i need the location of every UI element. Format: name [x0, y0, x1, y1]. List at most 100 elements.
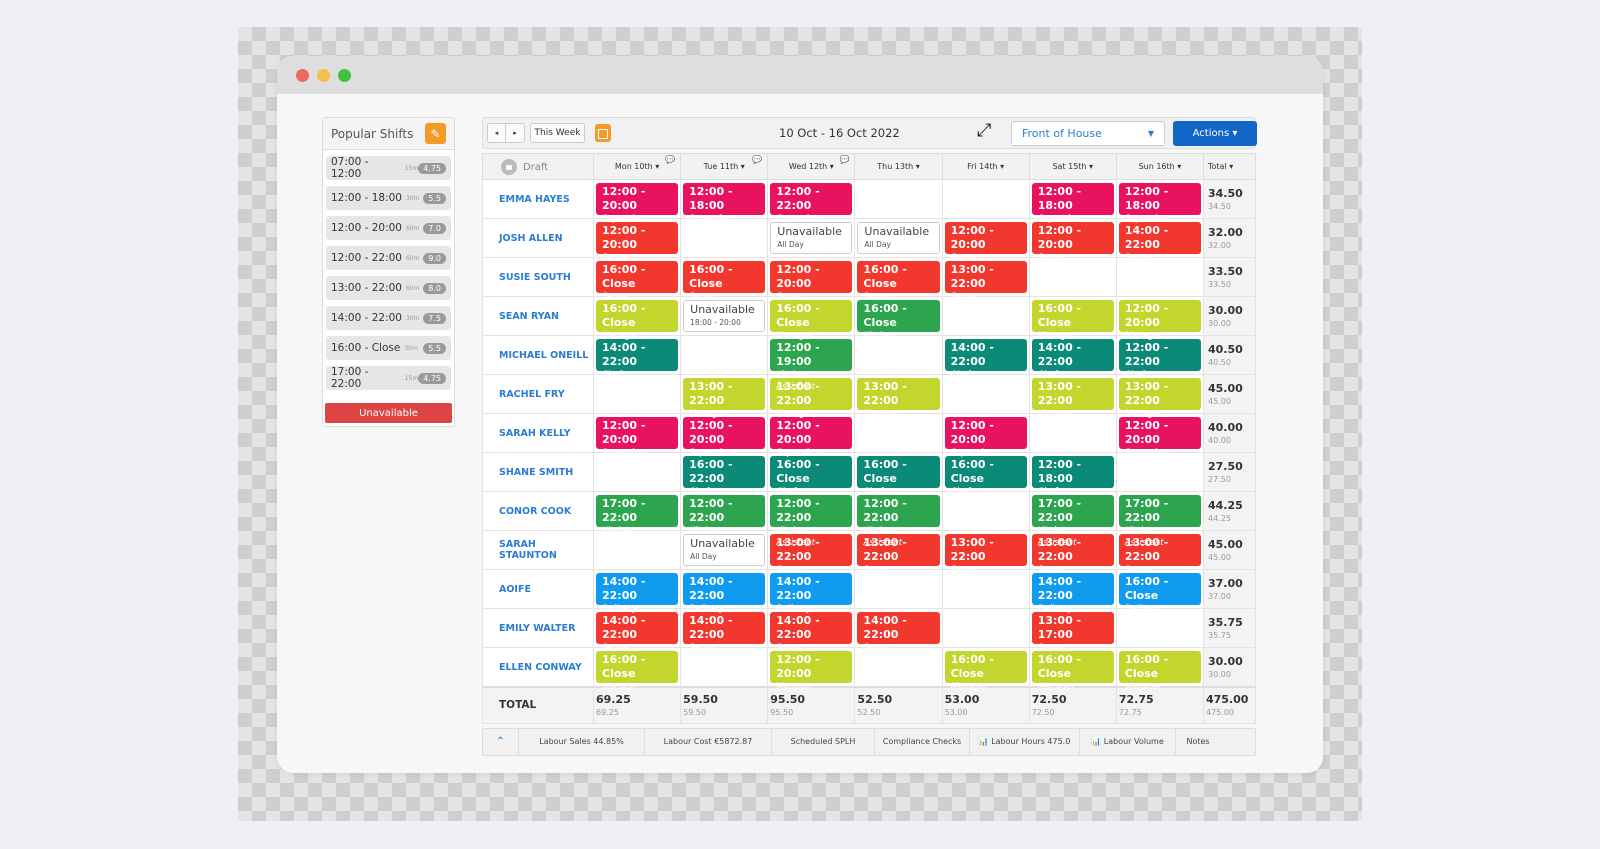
shift-block[interactable]: 14:00 - 22:00 Chef: [1031, 339, 1114, 380]
shift-block[interactable]: 13:00 - 22:00 Server: [1118, 534, 1201, 575]
shift-cell[interactable]: 12:00 - 18:00 Chef: [1028, 452, 1117, 497]
shift-cell[interactable]: 14:00 - 22:00 Delivery: [680, 569, 769, 614]
shift-cell[interactable]: 12:00 - 20:00 Supervisor: [1115, 413, 1205, 458]
shift-cell[interactable]: 12:00 - 22:00 Kitchen Assistant: [854, 491, 943, 548]
shift-cell[interactable]: 16:00 - Close Delivery: [1115, 569, 1205, 614]
shift-block[interactable]: 16:00 - Close Server: [596, 261, 679, 302]
footer-stat-scheduled-splh[interactable]: Scheduled SPLH: [772, 728, 875, 755]
total-header[interactable]: Total ▾: [1203, 153, 1256, 180]
shift-block[interactable]: 16:00 - Close Chef: [857, 456, 940, 497]
shift-block[interactable]: 12:00 - 20:00 Server: [1031, 222, 1114, 263]
shift-cell[interactable]: 12:00 - 20:00 Manager: [1115, 296, 1205, 341]
shift-cell[interactable]: 16:00 - Close Manager: [1028, 647, 1117, 692]
popular-shift-item[interactable]: 13:00 - 22:00 60m 8.0: [326, 276, 451, 300]
shift-block[interactable]: 16:00 - Close Manager: [1118, 651, 1201, 692]
shift-block[interactable]: 13:00 - 22:00 Server: [944, 261, 1027, 302]
shift-block[interactable]: 12:00 - 20:00 Server: [596, 222, 679, 263]
shift-cell[interactable]: 12:00 - 22:00 Chef: [1115, 335, 1205, 380]
shift-cell[interactable]: 13:00 - 17:00 Server: [1028, 608, 1117, 653]
shift-cell[interactable]: 16:00 - Close Chef: [767, 452, 856, 497]
shift-cell[interactable]: 12:00 - 20:00 Supervisor: [592, 179, 682, 224]
next-week-button[interactable]: ▸: [506, 123, 525, 143]
shift-cell[interactable]: 14:00 - 22:00 Chef: [941, 335, 1030, 380]
footer-stat-compliance-checks[interactable]: Compliance Checks: [875, 728, 970, 755]
shift-block[interactable]: 12:00 - 20:00 Supervisor: [596, 183, 679, 224]
shift-block[interactable]: 12:00 - 20:00 Server: [770, 261, 853, 302]
unavailable-block[interactable]: Unavailable All Day: [683, 534, 766, 566]
footer-stat-labour-hours[interactable]: 📊 Labour Hours 475.0: [970, 728, 1080, 755]
unavailable-block[interactable]: Unavailable 18:00 - 20:00: [683, 300, 766, 332]
shift-cell[interactable]: 14:00 - 22:00 Server: [592, 608, 682, 653]
shift-block[interactable]: 12:00 - 18:00 Supervisor: [1118, 183, 1201, 224]
shift-cell[interactable]: 17:00 - 22:00 Kitchen Assistant: [592, 491, 682, 548]
shift-block[interactable]: 12:00 - 20:00 Manager: [770, 651, 853, 692]
shift-block[interactable]: 12:00 - 18:00 Chef: [1031, 456, 1114, 497]
footer-stat-labour-cost[interactable]: Labour Cost €5872.87: [645, 728, 772, 755]
shift-cell[interactable]: 12:00 - 20:00 Server: [767, 257, 856, 302]
shift-cell[interactable]: 16:00 - Close Manager: [592, 296, 682, 341]
shift-cell[interactable]: 13:00 - 22:00 Manager: [680, 374, 769, 419]
pencil-icon[interactable]: ✎: [425, 123, 446, 144]
shift-cell[interactable]: Unavailable All Day: [767, 218, 856, 258]
shift-cell[interactable]: 16:00 - Close Kitchen Assistant: [854, 296, 943, 353]
shift-cell[interactable]: [941, 608, 1030, 648]
shift-cell[interactable]: [854, 179, 943, 219]
shift-cell[interactable]: 13:00 - 22:00 Manager: [1028, 374, 1117, 419]
shift-cell[interactable]: 12:00 - 22:00 Kitchen Assistant: [680, 491, 769, 548]
shift-cell[interactable]: 12:00 - 18:00 Supervisor: [680, 179, 769, 224]
shift-block[interactable]: 13:00 - 22:00 Server: [857, 534, 940, 575]
day-header[interactable]: Sat 15th ▾: [1028, 153, 1117, 180]
close-window-button[interactable]: [296, 69, 309, 82]
shift-cell[interactable]: 16:00 - Close Chef: [854, 452, 943, 497]
shift-block[interactable]: 14:00 - 22:00 Server: [770, 612, 853, 653]
shift-block[interactable]: 14:00 - 22:00 Server: [1118, 222, 1201, 263]
shift-cell[interactable]: Unavailable All Day: [680, 530, 769, 570]
prev-week-button[interactable]: ◂: [487, 123, 506, 143]
popular-shift-item[interactable]: 07:00 - 12:00 15m 4.75: [326, 156, 451, 180]
footer-stat-labour-volume[interactable]: 📊 Labour Volume: [1080, 728, 1176, 755]
shift-cell[interactable]: 14:00 - 22:00 Delivery: [767, 569, 856, 614]
shift-cell[interactable]: 13:00 - 22:00 Manager: [1115, 374, 1205, 419]
shift-block[interactable]: 14:00 - 22:00 Delivery: [1031, 573, 1114, 614]
shift-block[interactable]: 13:00 - 22:00 Manager: [1031, 378, 1114, 419]
shift-cell[interactable]: 14:00 - 22:00 Delivery: [1028, 569, 1117, 614]
shift-block[interactable]: 14:00 - 22:00 Delivery: [770, 573, 853, 614]
shift-block[interactable]: 13:00 - 22:00 Manager: [1118, 378, 1201, 419]
employee-name[interactable]: EMILY WALTER: [482, 608, 594, 648]
employee-name[interactable]: EMMA HAYES: [482, 179, 594, 219]
shift-cell[interactable]: 12:00 - 20:00 Supervisor: [680, 413, 769, 458]
shift-block[interactable]: 14:00 - 22:00 Chef: [944, 339, 1027, 380]
shift-block[interactable]: 16:00 - Close Server: [683, 261, 766, 302]
shift-block[interactable]: 14:00 - 22:00 Chef: [596, 339, 679, 380]
shift-cell[interactable]: 16:00 - Close Server: [854, 257, 943, 302]
shift-cell[interactable]: 13:00 - 22:00 Server: [941, 257, 1030, 302]
shift-cell[interactable]: 14:00 - 22:00 Chef: [592, 335, 682, 380]
shift-block[interactable]: 16:00 - Close Manager: [1031, 651, 1114, 692]
shift-cell[interactable]: 13:00 - 22:00 Server: [854, 530, 943, 575]
shift-cell[interactable]: 16:00 - Close Manager: [592, 647, 682, 692]
shift-block[interactable]: 14:00 - 22:00 Server: [683, 612, 766, 653]
shift-cell[interactable]: Unavailable 18:00 - 20:00: [680, 296, 769, 336]
shift-cell[interactable]: 16:00 - Close Manager: [1028, 296, 1117, 341]
day-header[interactable]: Fri 14th ▾: [941, 153, 1030, 180]
shift-block[interactable]: 12:00 - 22:00 Supervisor: [770, 183, 853, 224]
shift-block[interactable]: 12:00 - 20:00 Supervisor: [944, 417, 1027, 458]
employee-name[interactable]: JOSH ALLEN: [482, 218, 594, 258]
employee-name[interactable]: CONOR COOK: [482, 491, 594, 531]
shift-block[interactable]: 16:00 - Close Chef: [944, 456, 1027, 497]
shift-block[interactable]: 16:00 - Close Manager: [770, 300, 853, 341]
employee-name[interactable]: SEAN RYAN: [482, 296, 594, 336]
shift-cell[interactable]: 12:00 - 18:00 Supervisor: [1028, 179, 1117, 224]
shift-block[interactable]: 12:00 - 22:00 Kitchen Assistant: [770, 495, 853, 548]
shift-block[interactable]: 12:00 - 18:00 Supervisor: [683, 183, 766, 224]
shift-block[interactable]: 16:00 - 22:00 Chef: [683, 456, 766, 497]
day-header[interactable]: Mon 10th ▾ 💬: [592, 153, 682, 180]
shift-block[interactable]: 12:00 - 22:00 Kitchen Assistant: [857, 495, 940, 548]
shift-block[interactable]: 12:00 - 22:00 Kitchen Assistant: [683, 495, 766, 548]
minimize-window-button[interactable]: [317, 69, 330, 82]
shift-block[interactable]: 16:00 - Close Chef: [770, 456, 853, 497]
shift-cell[interactable]: 12:00 - 18:00 Supervisor: [1115, 179, 1205, 224]
shift-cell[interactable]: 12:00 - 20:00 Supervisor: [767, 413, 856, 458]
shift-block[interactable]: 17:00 - 22:00 Kitchen Assistant: [1118, 495, 1201, 548]
shift-block[interactable]: 14:00 - 22:00 Delivery: [596, 573, 679, 614]
